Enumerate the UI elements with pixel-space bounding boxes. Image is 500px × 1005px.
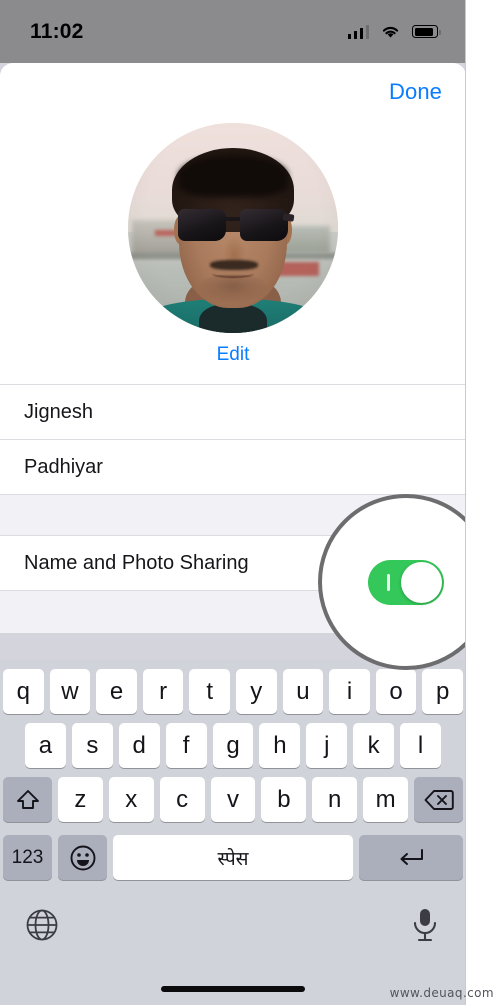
key-a[interactable]: a xyxy=(25,723,66,768)
cellular-signal-icon xyxy=(347,24,369,39)
done-button[interactable]: Done xyxy=(389,79,442,105)
delete-key[interactable] xyxy=(414,777,464,822)
key-q[interactable]: q xyxy=(3,669,44,714)
status-bar: 11:02 xyxy=(0,0,465,63)
edit-photo-button[interactable]: Edit xyxy=(217,344,250,366)
key-c[interactable]: c xyxy=(159,777,205,822)
key-w[interactable]: w xyxy=(49,669,91,714)
highlighted-sharing-toggle[interactable] xyxy=(368,559,444,605)
last-name-field[interactable]: Padhiyar xyxy=(0,440,465,494)
key-p[interactable]: p xyxy=(422,669,463,714)
key-m[interactable]: m xyxy=(363,777,409,822)
key-r[interactable]: r xyxy=(142,669,184,714)
return-enter-icon xyxy=(400,848,423,865)
globe-key[interactable] xyxy=(24,907,60,948)
status-bar-icons xyxy=(347,24,441,39)
key-s[interactable]: s xyxy=(71,723,113,768)
on-screen-keyboard: q w e r t y u i o p a s d f g h j k l z … xyxy=(0,660,465,1005)
sheet-header: Done xyxy=(0,63,465,121)
key-b[interactable]: b xyxy=(261,777,307,822)
numeric-key[interactable]: 123 xyxy=(3,835,52,880)
keyboard-row-2: a s d f g h j k l xyxy=(0,714,465,768)
key-i[interactable]: i xyxy=(329,669,370,714)
key-v[interactable]: v xyxy=(210,777,256,822)
home-indicator[interactable] xyxy=(161,986,305,992)
shift-arrow-icon xyxy=(16,789,39,809)
avatar[interactable] xyxy=(128,123,338,333)
name-and-photo-sharing-label: Name and Photo Sharing xyxy=(24,551,249,574)
first-name-field[interactable]: Jignesh xyxy=(0,385,465,439)
globe-language-icon xyxy=(26,909,58,941)
key-k[interactable]: k xyxy=(353,723,395,768)
key-x[interactable]: x xyxy=(108,777,154,822)
key-l[interactable]: l xyxy=(400,723,442,768)
key-h[interactable]: h xyxy=(259,723,301,768)
key-y[interactable]: y xyxy=(236,669,277,714)
key-f[interactable]: f xyxy=(165,723,207,768)
key-d[interactable]: d xyxy=(118,723,160,768)
toggle-on-mark xyxy=(387,573,390,591)
keyboard-row-3: z x c v b n m xyxy=(0,768,465,822)
return-key[interactable] xyxy=(359,835,463,880)
dictation-key[interactable] xyxy=(408,906,442,949)
status-bar-clock: 11:02 xyxy=(30,19,84,43)
key-z[interactable]: z xyxy=(58,777,103,822)
key-o[interactable]: o xyxy=(375,669,417,714)
space-key[interactable]: स्पेस xyxy=(113,835,353,880)
avatar-section: Edit xyxy=(0,123,465,366)
wifi-icon xyxy=(382,26,399,38)
keyboard-utility-row xyxy=(0,880,465,949)
key-j[interactable]: j xyxy=(306,723,348,768)
key-e[interactable]: e xyxy=(96,669,137,714)
key-g[interactable]: g xyxy=(212,723,254,768)
watermark: www.deuaq.com xyxy=(389,986,494,1000)
key-u[interactable]: u xyxy=(282,669,324,714)
emoji-key[interactable] xyxy=(58,835,107,880)
battery-icon xyxy=(412,25,441,38)
screenshot-root: 11:02 Done Edit Jignesh Padhiyar Name an… xyxy=(0,0,500,1005)
smiley-emoji-icon xyxy=(70,845,95,870)
key-n[interactable]: n xyxy=(312,777,358,822)
backspace-delete-icon xyxy=(424,789,454,810)
shift-key[interactable] xyxy=(3,777,52,822)
phone-screen: 11:02 Done Edit Jignesh Padhiyar Name an… xyxy=(0,0,466,1005)
key-t[interactable]: t xyxy=(189,669,230,714)
keyboard-row-4: 123 स्पेस xyxy=(0,822,465,880)
microphone-dictation-icon xyxy=(413,909,437,942)
toggle-knob xyxy=(401,561,442,603)
